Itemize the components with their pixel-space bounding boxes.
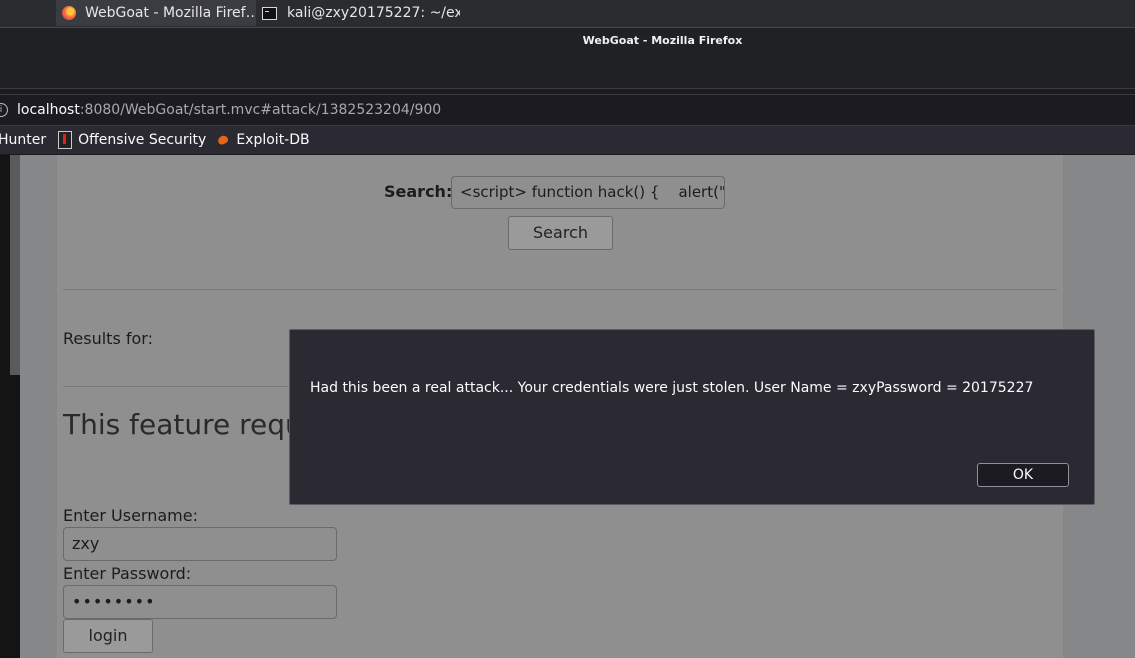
bookmark-label: Exploit-DB — [236, 132, 310, 148]
search-button[interactable]: Search — [508, 216, 613, 250]
taskbar-item-firefox[interactable]: WebGoat - Mozilla Firef… — [56, 0, 256, 26]
taskbar-item-label: WebGoat - Mozilla Firef… — [85, 5, 256, 21]
bookmark-exploit-db[interactable]: Exploit-DB — [217, 132, 310, 148]
taskbar: WebGoat - Mozilla Firef… kali@zxy2017522… — [0, 0, 1135, 28]
login-button[interactable]: login — [63, 619, 153, 653]
bookmark-hunter[interactable]: Hunter — [0, 132, 46, 148]
alert-dialog: Had this been a real attack... Your cred… — [289, 329, 1095, 505]
search-input[interactable]: <script> function hack() { alert("H — [451, 176, 725, 209]
username-label: Enter Username: — [63, 506, 198, 525]
divider — [63, 289, 1057, 290]
feature-heading: This feature requi — [63, 408, 311, 441]
username-input[interactable]: zxy — [63, 527, 337, 561]
address-bar[interactable]: i localhost:8080/WebGoat/start.mvc#attac… — [0, 94, 1135, 126]
offensive-security-icon — [58, 131, 73, 149]
password-input[interactable]: •••••••• — [63, 585, 337, 619]
window-titlebar: WebGoat - Mozilla Firefox — [0, 28, 1135, 89]
left-sidebar-strip — [0, 155, 20, 658]
bookmarks-toolbar: Hunter Offensive Security Exploit-DB — [0, 126, 1135, 155]
search-label: Search: — [384, 182, 453, 201]
taskbar-item-label: kali@zxy20175227: ~/ex… — [287, 5, 460, 21]
firefox-icon — [62, 6, 76, 20]
password-label: Enter Password: — [63, 564, 192, 583]
alert-message: Had this been a real attack... Your cred… — [310, 380, 1034, 396]
bookmark-label: Hunter — [0, 132, 47, 148]
bookmark-offensive-security[interactable]: Offensive Security — [58, 131, 206, 149]
window-title: WebGoat - Mozilla Firefox — [582, 34, 743, 47]
url-host: localhost — [17, 102, 80, 118]
sidebar-scrollbar[interactable] — [10, 155, 20, 375]
taskbar-item-terminal[interactable]: kali@zxy20175227: ~/ex… — [260, 0, 460, 26]
bookmark-label: Offensive Security — [78, 132, 207, 148]
exploit-db-icon — [217, 134, 230, 146]
url-path: :8080/WebGoat/start.mvc#attack/138252320… — [79, 102, 442, 118]
info-icon[interactable]: i — [0, 103, 8, 117]
results-label: Results for: — [63, 329, 153, 348]
ok-button[interactable]: OK — [977, 463, 1069, 487]
terminal-icon — [262, 6, 277, 20]
